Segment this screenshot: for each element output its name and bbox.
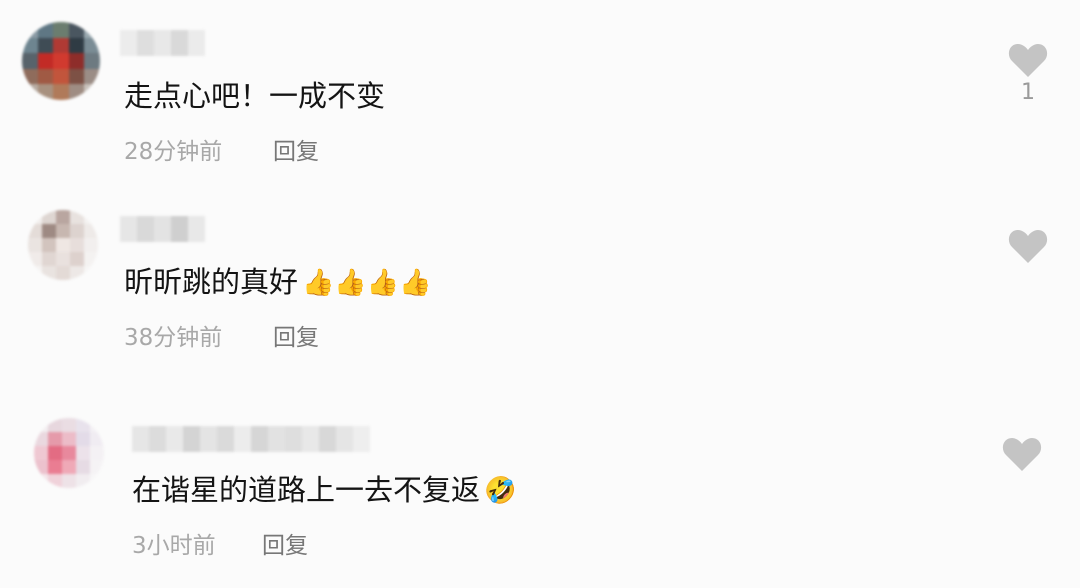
reply-button[interactable]: 回复: [262, 535, 308, 558]
rolling-laugh-icon: 🤣: [484, 475, 517, 506]
comment-item: 在谐星的道路上一去不复返 🤣 3小时前 回复: [0, 400, 1080, 588]
like-button[interactable]: [1004, 228, 1052, 268]
comment-item: 昕昕跳的真好 👍👍👍👍 38分钟前 回复: [0, 190, 1080, 370]
like-count: 1: [1021, 80, 1035, 105]
comment-item: 走点心吧！一成不变 28分钟前 回复 1: [0, 0, 1080, 180]
username[interactable]: [120, 216, 205, 242]
username[interactable]: [120, 30, 205, 56]
comment-text: 走点心吧！一成不变: [124, 79, 386, 113]
heart-icon: [1008, 230, 1048, 263]
comment-time: 3小时前: [132, 533, 216, 559]
heart-icon: [1002, 438, 1042, 471]
comment-list: 走点心吧！一成不变 28分钟前 回复 1 昕昕跳的真好 👍👍👍👍 38分钟前 回…: [0, 0, 1080, 588]
username[interactable]: [132, 426, 370, 452]
reply-button[interactable]: 回复: [273, 141, 319, 164]
like-button[interactable]: [998, 436, 1046, 476]
like-button[interactable]: 1: [1004, 42, 1052, 104]
heart-icon: [1008, 44, 1048, 77]
avatar[interactable]: [28, 210, 98, 280]
avatar[interactable]: [34, 418, 104, 488]
thumbs-up-icon: 👍👍👍👍: [302, 267, 432, 298]
comment-text: 昕昕跳的真好 👍👍👍👍: [124, 265, 432, 299]
comment-text: 在谐星的道路上一去不复返 🤣: [132, 473, 517, 507]
reply-button[interactable]: 回复: [273, 327, 319, 350]
comment-time: 38分钟前: [124, 325, 223, 351]
avatar[interactable]: [22, 22, 100, 100]
comment-time: 28分钟前: [124, 139, 223, 165]
